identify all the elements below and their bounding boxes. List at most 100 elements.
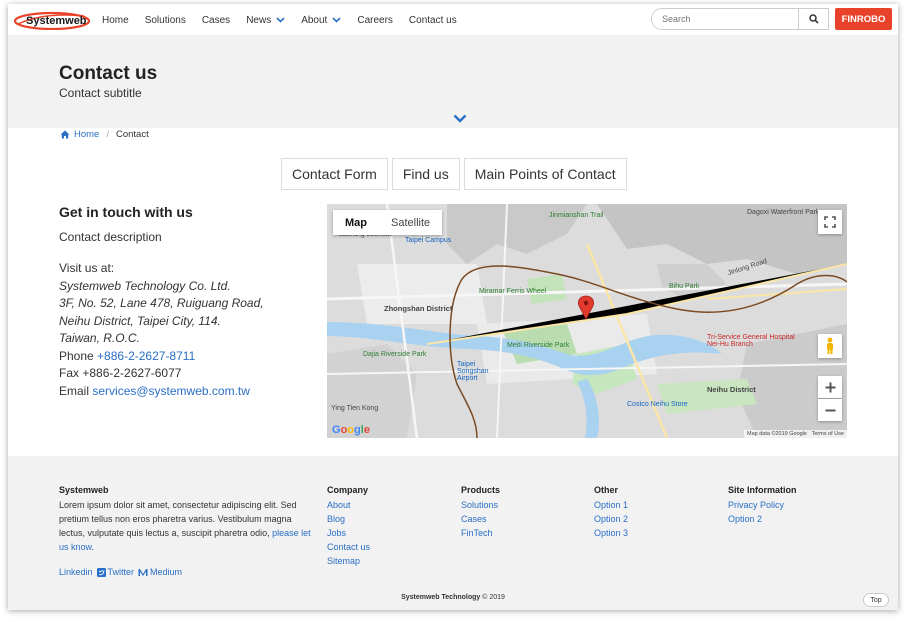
pegman-icon xyxy=(827,337,833,354)
zoom-out-button[interactable] xyxy=(818,399,842,421)
footer-link-fintech[interactable]: FinTech xyxy=(461,526,500,540)
street-view-pegman[interactable] xyxy=(818,334,842,358)
map-data-credit: Map data ©2019 Google xyxy=(746,431,807,437)
breadcrumb-home[interactable]: Home xyxy=(60,129,99,140)
phone-row: Phone +886-2-2627-8711 xyxy=(59,348,309,366)
map-label: Miramar Ferris Wheel xyxy=(479,288,547,295)
footer-col-title: Products xyxy=(461,485,501,495)
nav-links: Home Solutions Cases News About Careers … xyxy=(102,4,473,36)
breadcrumb: Home / Contact xyxy=(60,129,149,140)
footer-about: Systemweb Lorem ipsum dolor sit amet, co… xyxy=(59,483,314,554)
footer-link-cases[interactable]: Cases xyxy=(461,512,500,526)
minus-icon xyxy=(825,409,835,411)
svg-text:Systemweb: Systemweb xyxy=(26,15,87,27)
tab-contact-form[interactable]: Contact Form xyxy=(281,158,388,190)
footer-link-privacy[interactable]: Privacy Policy xyxy=(728,498,797,512)
map-type-satellite[interactable]: Satellite xyxy=(379,210,442,235)
nav-contact[interactable]: Contact us xyxy=(409,15,457,26)
address-line: Systemweb Technology Co. Ltd. xyxy=(59,278,231,293)
nav-careers[interactable]: Careers xyxy=(357,15,393,26)
map-attribution: Map data ©2019 Google Terms of Use xyxy=(743,430,847,438)
map-label: Taipei Campus xyxy=(405,237,452,244)
google-map[interactable]: Jinmianshan Trail Dagoxi Waterfront Park… xyxy=(327,204,847,438)
systemweb-logo[interactable]: Systemweb xyxy=(14,10,92,30)
phone-label: Phone xyxy=(59,348,94,363)
contact-info: Get in touch with us Contact description… xyxy=(59,204,309,400)
footer-brand: Systemweb xyxy=(59,485,109,495)
zoom-in-button[interactable] xyxy=(818,376,842,398)
visit-label: Visit us at: xyxy=(59,261,115,275)
chevron-down-icon[interactable] xyxy=(453,114,467,123)
tab-find-us[interactable]: Find us xyxy=(391,158,460,190)
fax-row: Fax +886-2-2627-6077 xyxy=(59,365,309,383)
contact-description: Contact description xyxy=(59,229,162,244)
page-title: Contact us xyxy=(59,63,158,84)
search-input[interactable] xyxy=(652,9,798,29)
footer-col-title: Company xyxy=(327,485,369,495)
nav-about[interactable]: About xyxy=(301,15,341,26)
map-label: Ying Tien Kong xyxy=(331,405,379,412)
footer-link-option-1[interactable]: Option 1 xyxy=(594,498,628,512)
fullscreen-icon xyxy=(824,216,836,228)
map-terms-link[interactable]: Terms of Use xyxy=(812,431,844,437)
linkedin-link[interactable]: Linkedin xyxy=(59,567,93,577)
back-to-top-button[interactable]: Top xyxy=(863,593,889,607)
social-links: Linkedin Twitter Medium xyxy=(59,567,186,577)
navbar: Systemweb Home Solutions Cases News Abou… xyxy=(8,4,898,36)
medium-link[interactable]: Medium xyxy=(138,567,182,577)
footer-col-title: Site Information xyxy=(728,485,797,495)
footer-other: Other Option 1 Option 2 Option 3 xyxy=(594,483,628,540)
chevron-down-icon xyxy=(276,17,285,23)
address-line: Taiwan, R.O.C. xyxy=(59,331,140,345)
map-label: Bihu Park xyxy=(669,283,700,290)
footer-site-info: Site Information Privacy Policy Option 2 xyxy=(728,483,797,526)
email-link[interactable]: services@systemweb.com.tw xyxy=(92,384,250,398)
footer-col-title: Other xyxy=(594,485,619,495)
footer: Systemweb Lorem ipsum dolor sit amet, co… xyxy=(8,456,898,610)
footer-company: Company About Blog Jobs Contact us Sitem… xyxy=(327,483,370,568)
contact-tabs: Contact Form Find us Main Points of Cont… xyxy=(281,158,631,190)
map-label: Dajia Riverside Park xyxy=(363,351,427,358)
fax-value: +886-2-2627-6077 xyxy=(82,366,182,380)
nav-solutions[interactable]: Solutions xyxy=(145,15,186,26)
email-label: Email xyxy=(59,383,90,398)
map-label: Zhongshan District xyxy=(384,304,453,313)
footer-link-option-2[interactable]: Option 2 xyxy=(594,512,628,526)
breadcrumb-separator: / xyxy=(106,129,109,140)
footer-link-about[interactable]: About xyxy=(327,498,370,512)
twitter-link[interactable]: Twitter xyxy=(96,567,134,577)
footer-products: Products Solutions Cases FinTech xyxy=(461,483,500,540)
nav-home[interactable]: Home xyxy=(102,15,129,26)
google-logo: Google xyxy=(332,424,370,436)
nav-news[interactable]: News xyxy=(246,15,285,26)
search-icon xyxy=(808,14,819,24)
search-button[interactable] xyxy=(798,9,828,29)
nav-cases[interactable]: Cases xyxy=(202,15,230,26)
map-label: Dagoxi Waterfront Park xyxy=(747,209,820,216)
plus-icon xyxy=(825,382,835,392)
page-header: Contact us Contact subtitle xyxy=(8,36,898,128)
map-label: Costco Neihu Store xyxy=(627,401,688,408)
address-line: 3F, No. 52, Lane 478, Ruiguang Road, xyxy=(59,296,264,310)
fullscreen-button[interactable] xyxy=(818,210,842,234)
footer-link-blog[interactable]: Blog xyxy=(327,512,370,526)
footer-link-jobs[interactable]: Jobs xyxy=(327,526,370,540)
map-label: Meiti Riverside Park xyxy=(507,342,570,349)
tab-main-points[interactable]: Main Points of Contact xyxy=(463,158,627,190)
footer-link-option-3[interactable]: Option 3 xyxy=(594,526,628,540)
search-box xyxy=(651,8,829,30)
footer-link-solutions[interactable]: Solutions xyxy=(461,498,500,512)
address-line: Neihu District, Taipei City, 114. xyxy=(59,313,221,328)
phone-link[interactable]: +886-2-2627-8711 xyxy=(97,349,195,363)
footer-link-sitemap[interactable]: Sitemap xyxy=(327,554,370,568)
medium-icon xyxy=(138,568,148,576)
map-type-map[interactable]: Map xyxy=(333,210,379,235)
chevron-down-icon xyxy=(332,17,341,23)
finrobo-button[interactable]: FINROBO xyxy=(835,8,892,30)
map-label: Taipei Songshan Airport xyxy=(457,361,489,382)
footer-link-contact[interactable]: Contact us xyxy=(327,540,370,554)
footer-link-site-option-2[interactable]: Option 2 xyxy=(728,512,797,526)
page-subtitle: Contact subtitle xyxy=(59,86,142,100)
copyright-year: © 2019 xyxy=(482,594,505,601)
map-label: Neihu District xyxy=(707,385,756,394)
